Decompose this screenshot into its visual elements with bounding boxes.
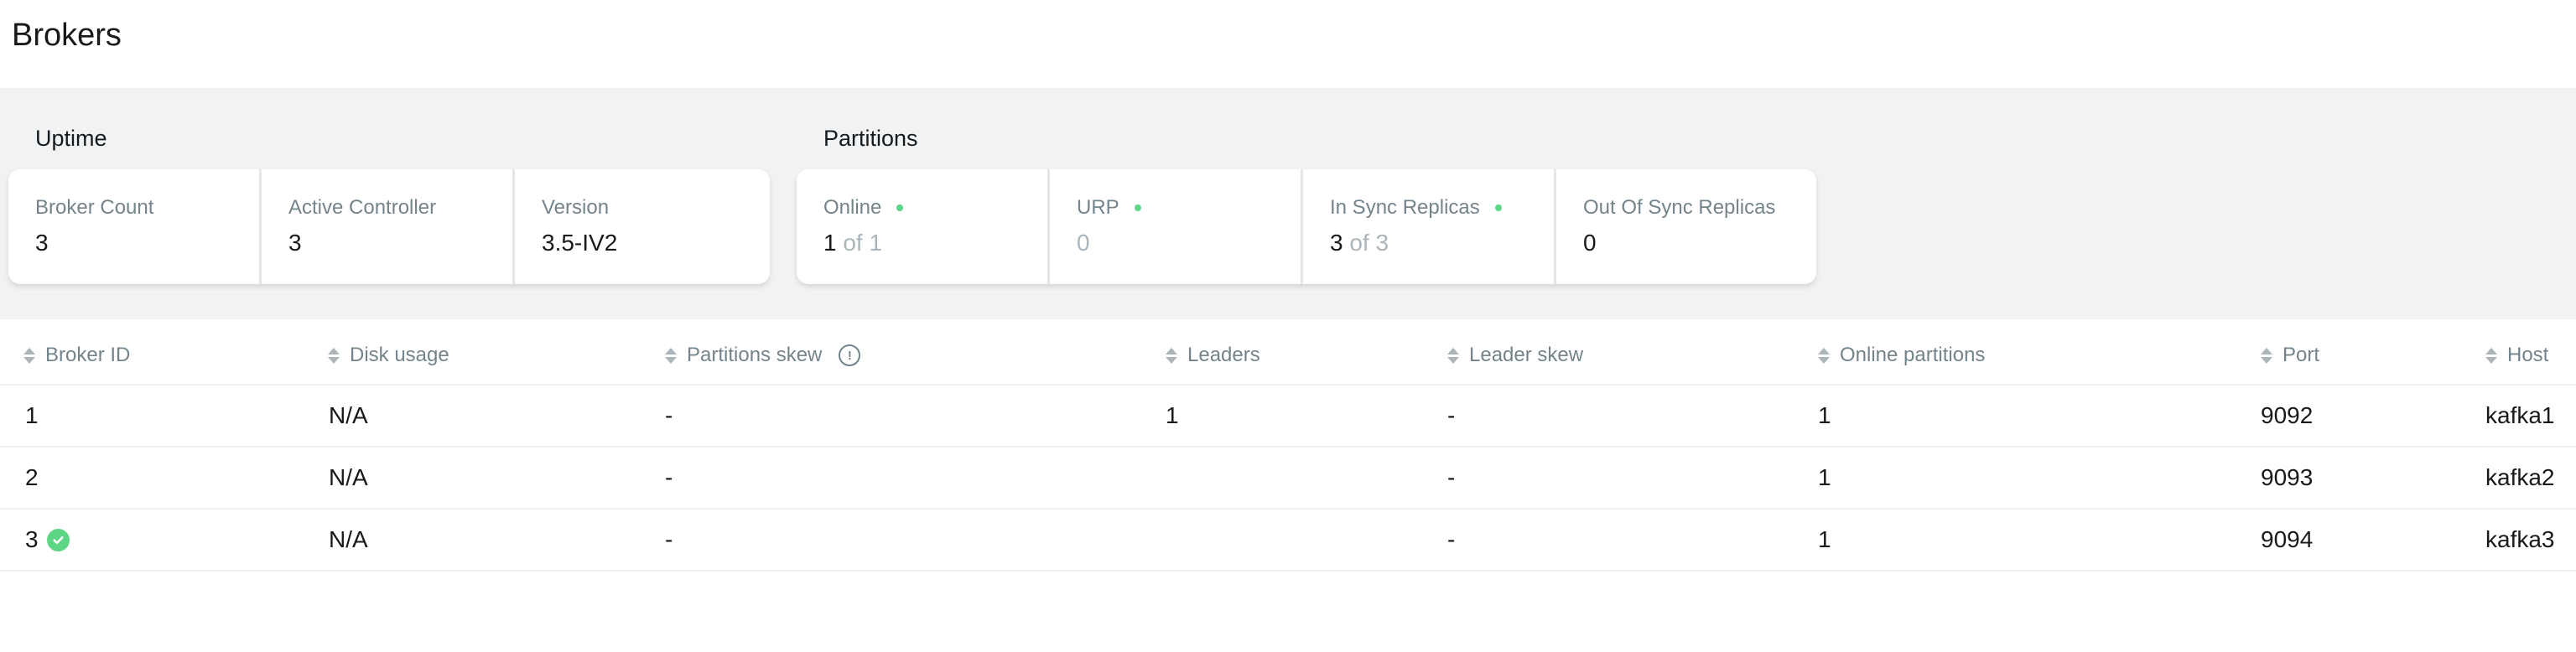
port-cell: 9092 [2261,402,2314,428]
card-value: 1 of 1 [823,230,882,256]
card-label: In Sync Replicas [1330,196,1502,220]
sort-icon[interactable] [328,345,340,365]
online-total: of 1 [843,230,883,256]
sort-icon[interactable] [1166,345,1177,365]
card-label: Out Of Sync Replicas [1583,196,1776,219]
status-dot-icon [896,204,904,211]
broker-id-link[interactable]: 2 [25,464,39,491]
column-label: Leaders [1187,344,1260,366]
column-label: Partitions skew [687,344,823,366]
urp-label: URP [1077,196,1119,219]
partitions-skew-cell: - [665,402,673,428]
broker-id-link[interactable]: 1 [25,402,39,429]
column-label: Disk usage [350,344,449,366]
disk-usage-cell: N/A [329,464,368,490]
broker-count-card: Broker Count 3 [8,169,262,284]
in-sync-value: 3 [1330,230,1343,256]
check-circle-icon [46,528,70,551]
card-label: Active Controller [288,196,437,219]
disk-usage-cell: N/A [329,402,368,428]
leader-skew-cell: - [1447,526,1456,552]
leaders-cell: 1 [1166,402,1179,428]
brokers-table: Broker ID Disk usage Partitions skew ! L… [0,327,2576,572]
host-cell: kafka2 [2485,464,2555,490]
table-row[interactable]: 1 N/A - 1 - 1 9092 kafka1 [0,386,2576,448]
online-partitions-cell: 1 [1818,402,1831,428]
in-sync-replicas-card: In Sync Replicas 3 of 3 [1303,169,1556,284]
column-header-online-partitions[interactable]: Online partitions [1818,344,1985,367]
sort-icon[interactable] [2485,345,2497,365]
card-label: Broker Count [35,196,154,219]
port-cell: 9094 [2261,526,2314,552]
sort-icon[interactable] [23,345,35,365]
online-card: Online 1 of 1 [797,169,1050,284]
partitions-skew-cell: - [665,526,673,552]
table-row[interactable]: 3 N/A - - 1 9094 kafka3 [0,510,2576,572]
in-sync-total: of 3 [1349,230,1389,256]
leader-skew-cell: - [1447,464,1456,490]
sort-icon[interactable] [1818,345,1830,365]
online-label: Online [823,196,882,219]
partitions-skew-cell: - [665,464,673,490]
broker-id-cell[interactable]: 3 [25,526,70,553]
uptime-title: Uptime [35,126,107,151]
column-header-port[interactable]: Port [2261,344,2319,367]
table-row[interactable]: 2 N/A - - 1 9093 kafka2 [0,448,2576,510]
table-header: Broker ID Disk usage Partitions skew ! L… [0,327,2576,386]
card-label: URP [1077,196,1141,220]
online-partitions-cell: 1 [1818,526,1831,552]
host-cell: kafka1 [2485,402,2555,428]
in-sync-replicas-label: In Sync Replicas [1330,196,1480,219]
column-header-leaders[interactable]: Leaders [1166,344,1260,367]
column-label: Leader skew [1469,344,1584,366]
status-dot-icon [1134,204,1141,211]
active-controller-card: Active Controller 3 [262,169,515,284]
port-cell: 9093 [2261,464,2314,490]
column-header-leader-skew[interactable]: Leader skew [1447,344,1583,367]
sort-icon[interactable] [2261,345,2272,365]
page-title: Brokers [12,18,122,53]
card-value: 3 of 3 [1330,230,1389,256]
leader-skew-cell: - [1447,402,1456,428]
column-header-host[interactable]: Host [2485,344,2548,367]
sort-icon[interactable] [1447,345,1459,365]
online-value: 1 [823,230,837,256]
urp-value: 0 [1077,230,1090,256]
status-dot-icon [1494,204,1502,211]
version-card: Version 3.5-IV2 [515,169,770,284]
partitions-title: Partitions [823,126,918,151]
card-value: 3 [35,230,49,256]
column-label: Broker ID [45,344,131,366]
card-value: 3.5-IV2 [542,230,618,256]
column-label: Host [2507,344,2549,366]
column-label: Port [2283,344,2320,366]
column-header-disk-usage[interactable]: Disk usage [328,344,449,367]
out-of-sync-replicas-card: Out Of Sync Replicas 0 [1556,169,1816,284]
column-header-broker-id[interactable]: Broker ID [23,344,130,367]
card-value: 0 [1583,230,1597,256]
host-cell: kafka3 [2485,526,2555,552]
disk-usage-cell: N/A [329,526,368,552]
partitions-cards: Online 1 of 1 URP 0 In Sync Replicas 3 o… [797,169,1816,284]
card-label: Online [823,196,904,220]
broker-id-link[interactable]: 3 [25,526,39,553]
card-label: Version [542,196,610,219]
card-value: 3 [288,230,302,256]
uptime-cards: Broker Count 3 Active Controller 3 Versi… [8,169,770,284]
online-partitions-cell: 1 [1818,464,1831,490]
column-label: Online partitions [1840,344,1986,366]
info-icon[interactable]: ! [839,344,861,366]
stats-band: Uptime Broker Count 3 Active Controller … [0,88,2576,319]
column-header-partitions-skew[interactable]: Partitions skew ! [665,344,861,367]
sort-icon[interactable] [665,345,677,365]
urp-card: URP 0 [1050,169,1303,284]
